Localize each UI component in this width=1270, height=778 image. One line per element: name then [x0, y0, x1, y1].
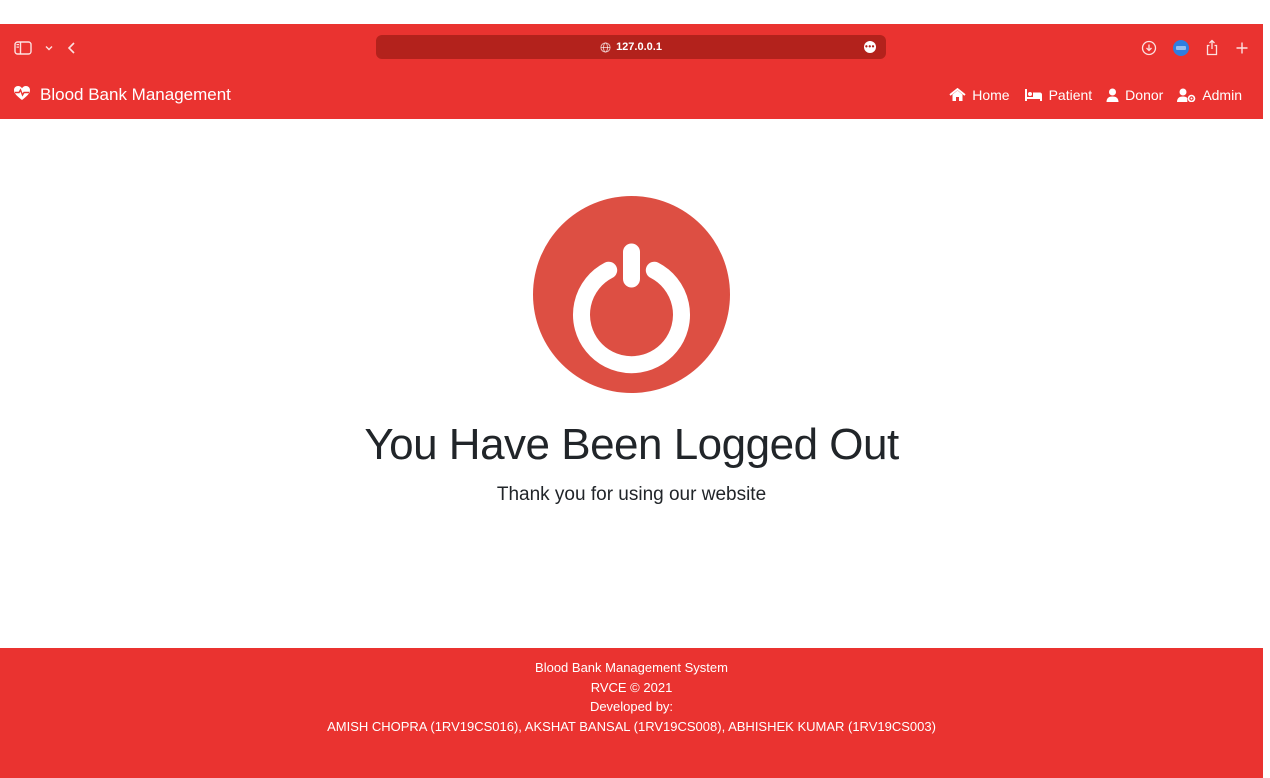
nav-links: Home Patient Donor Admin — [949, 71, 1242, 119]
brand-name: Blood Bank Management — [40, 85, 231, 104]
footer-developers: AMISH CHOPRA (1RV19CS016), AKSHAT BANSAL… — [327, 718, 936, 734]
browser-right-controls — [1141, 24, 1249, 71]
browser-toolbar: 127.0.0.1 ••• — [0, 24, 1263, 71]
nav-patient-link[interactable]: Patient — [1024, 87, 1093, 103]
heart-pulse-icon — [13, 85, 31, 106]
page-title: You Have Been Logged Out — [364, 420, 899, 469]
footer-developed-by: Developed by: — [589, 699, 674, 714]
footer-system-name: Blood Bank Management System — [535, 660, 728, 675]
nav-admin-label: Admin — [1202, 87, 1242, 103]
share-icon[interactable] — [1205, 39, 1219, 56]
globe-icon — [600, 41, 611, 53]
nav-patient-label: Patient — [1048, 87, 1093, 103]
nav-home-link[interactable]: Home — [949, 87, 1010, 103]
address-bar[interactable]: 127.0.0.1 ••• — [376, 35, 886, 59]
page-subtitle: Thank you for using our website — [496, 484, 767, 505]
nav-home-label: Home — [972, 87, 1010, 103]
user-icon — [1106, 88, 1119, 102]
brand-link[interactable]: Blood Bank Management — [13, 71, 231, 119]
right-margin — [1263, 0, 1270, 778]
bed-icon — [1024, 88, 1043, 102]
back-icon[interactable] — [66, 41, 78, 55]
home-icon — [949, 88, 966, 102]
url-text: 127.0.0.1 — [616, 41, 662, 53]
sidebar-icon[interactable] — [14, 40, 32, 55]
site-footer: Blood Bank Management System RVCE © 2021… — [0, 648, 1263, 778]
more-icon[interactable]: ••• — [864, 41, 876, 53]
nav-donor-link[interactable]: Donor — [1106, 87, 1163, 103]
nav-admin-link[interactable]: Admin — [1177, 87, 1242, 103]
top-margin — [0, 0, 1270, 24]
footer-copyright: RVCE © 2021 — [590, 679, 673, 695]
download-icon[interactable] — [1141, 40, 1157, 56]
browser-left-controls — [14, 24, 78, 71]
site-navbar: Blood Bank Management Home Patient Donor… — [0, 71, 1263, 119]
chevron-down-icon[interactable] — [44, 44, 54, 52]
user-gear-icon — [1177, 88, 1196, 102]
power-icon — [533, 196, 730, 393]
nav-donor-label: Donor — [1125, 87, 1164, 103]
profile-icon[interactable] — [1173, 39, 1189, 56]
new-tab-icon[interactable] — [1235, 41, 1249, 55]
